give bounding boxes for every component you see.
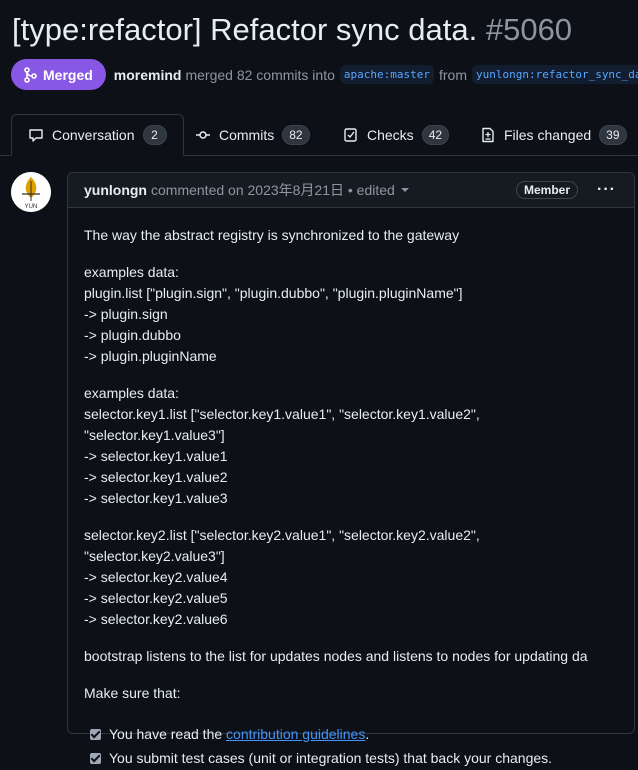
tab-checks[interactable]: Checks 42 xyxy=(343,114,450,155)
comment-paragraph: examples data: selector.key1.list ["sele… xyxy=(84,385,480,506)
caret-down-icon[interactable] xyxy=(400,188,409,192)
comment-meta[interactable]: commented on 2023年8月21日 • edited xyxy=(151,180,395,200)
tab-conversation[interactable]: Conversation 2 xyxy=(11,114,184,156)
comment-box: yunlongn commented on 2023年8月21日 • edite… xyxy=(67,172,635,766)
comment-paragraph: selector.key2.list ["selector.key2.value… xyxy=(84,527,480,627)
merge-action-text: merged 82 commits into xyxy=(185,66,335,83)
task-suffix: . xyxy=(365,725,370,742)
comment-icon xyxy=(29,129,43,142)
comment-paragraph: examples data: plugin.list ["plugin.sign… xyxy=(84,264,463,364)
comment-paragraph: Make sure that: xyxy=(84,685,181,701)
tab-label: Commits xyxy=(219,126,275,143)
state-label: Merged xyxy=(43,66,93,83)
pr-title: [type:refactor] Refactor sync data. #506… xyxy=(12,12,572,48)
task-item: You submit test cases (unit or integrati… xyxy=(90,746,618,770)
comment-author[interactable]: yunlongn xyxy=(84,182,147,198)
comment-paragraph: bootstrap listens to the list for update… xyxy=(84,648,588,664)
file-diff-icon xyxy=(482,127,494,142)
tab-files-changed[interactable]: Files changed 39 xyxy=(480,114,627,155)
pr-meta: Merged moremind merged 82 commits into a… xyxy=(11,59,638,90)
tab-counter: 82 xyxy=(282,124,310,145)
task-text: You submit test cases (unit or integrati… xyxy=(109,749,553,766)
tab-counter: 39 xyxy=(599,124,627,145)
merge-icon xyxy=(24,66,37,83)
head-branch[interactable]: yunlongn:refactor_sync_data xyxy=(471,65,638,84)
tab-counter: 2 xyxy=(142,125,167,145)
base-branch[interactable]: apache:master xyxy=(339,65,434,84)
comment-paragraph: The way the abstract registry is synchro… xyxy=(84,227,460,243)
merger-link[interactable]: moremind xyxy=(114,67,182,83)
tab-commits[interactable]: Commits 82 xyxy=(195,114,310,155)
task-text: You have read the contribution guideline… xyxy=(109,724,369,745)
kebab-horizontal-icon[interactable]: ··· xyxy=(597,181,616,199)
pr-number: #5060 xyxy=(485,12,573,47)
checklist-icon xyxy=(344,127,357,142)
pr-tabs: Conversation 2 Commits 82 Checks 42 File… xyxy=(0,114,638,156)
avatar-text: YUN xyxy=(25,204,38,210)
avatar[interactable]: YUN xyxy=(11,172,51,212)
tab-label: Files changed xyxy=(504,126,592,143)
comment-body: The way the abstract registry is synchro… xyxy=(68,225,634,770)
task-list: You have read the contribution guideline… xyxy=(90,722,618,770)
member-badge: Member xyxy=(515,181,578,199)
checkbox-checked-icon[interactable] xyxy=(90,752,101,764)
commit-icon xyxy=(196,130,210,139)
tab-counter: 42 xyxy=(421,124,450,145)
contribution-guidelines-link[interactable]: contribution guidelines xyxy=(226,726,365,742)
avatar-logo-icon: YUN xyxy=(11,172,51,212)
checkbox-checked-icon[interactable] xyxy=(90,728,101,740)
from-text: from xyxy=(438,66,467,83)
merged-badge: Merged xyxy=(11,59,106,90)
comment-header: yunlongn commented on 2023年8月21日 • edite… xyxy=(68,173,634,208)
tab-label: Conversation xyxy=(52,127,135,143)
task-item: You have read the contribution guideline… xyxy=(90,722,618,746)
task-prefix: You have read the xyxy=(109,725,227,742)
tab-label: Checks xyxy=(367,126,414,143)
pr-title-text: [type:refactor] Refactor sync data. xyxy=(12,12,478,47)
